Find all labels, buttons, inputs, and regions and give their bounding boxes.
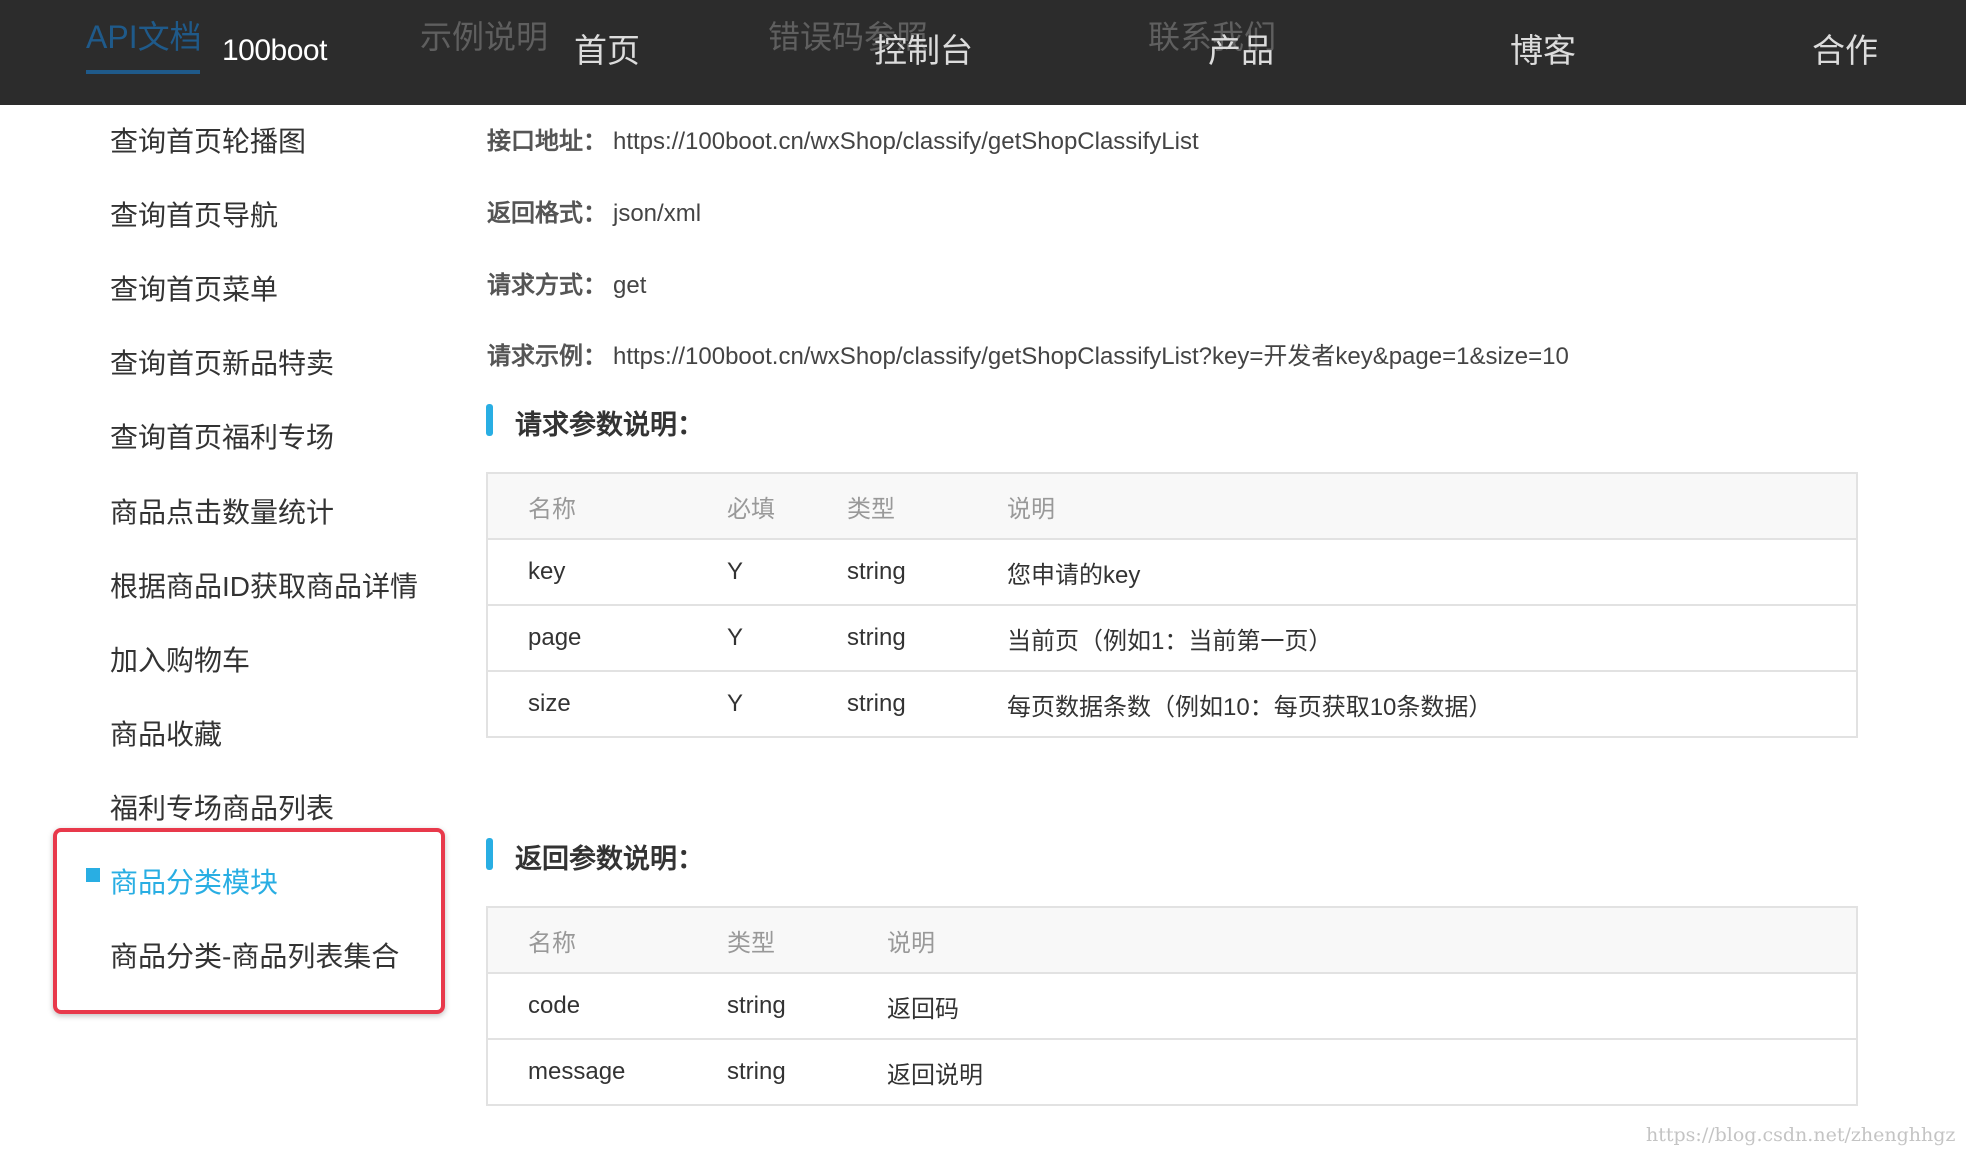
nav-cooperation[interactable]: 合作 (1812, 24, 1878, 72)
info-value-example: https://100boot.cn/wxShop/classify/getSh… (613, 343, 1569, 370)
column-header-required: 必填 (687, 473, 807, 540)
sidebar-item-new-sale[interactable]: 查询首页新品特卖 (110, 342, 334, 382)
cell-desc: 返回码 (847, 973, 1857, 1040)
cell-name: size (528, 690, 571, 717)
table-row: message string 返回说明 (487, 1039, 1857, 1105)
cell-required: Y (687, 605, 807, 672)
nav-console[interactable]: 控制台 (874, 24, 973, 72)
sidebar-item-welfare-list[interactable]: 福利专场商品列表 (110, 787, 334, 827)
column-header-desc: 说明 (967, 473, 1857, 540)
section-marker-icon (486, 404, 493, 436)
info-value-format: json/xml (613, 200, 702, 227)
cell-desc: 当前页（例如1：当前第一页） (967, 605, 1857, 672)
request-params-title: 请求参数说明： (515, 410, 704, 440)
sidebar-item-banner[interactable]: 查询首页轮播图 (110, 120, 306, 160)
info-value-method: get (613, 272, 647, 299)
cell-desc: 每页数据条数（例如10：每页获取10条数据） (1007, 693, 1493, 721)
cell-name: page (487, 605, 687, 672)
brand-logo[interactable]: 100boot (222, 34, 327, 68)
nav-products[interactable]: 产品 (1208, 24, 1274, 72)
response-params-title: 返回参数说明： (515, 844, 704, 874)
info-row-method: 请求方式： get (487, 265, 646, 300)
nav-blog[interactable]: 博客 (1510, 24, 1576, 72)
cell-type: string (807, 539, 967, 606)
cell-desc: 您申请的key (967, 539, 1857, 606)
cell-name: key (487, 539, 687, 606)
cell-name: message (528, 1058, 626, 1085)
column-header-name: 名称 (487, 907, 687, 974)
column-header-desc: 说明 (847, 907, 1857, 974)
cell-type: string (687, 973, 847, 1040)
sidebar-item-product-detail[interactable]: 根据商品ID获取商品详情 (110, 565, 418, 605)
top-navigation-bar: API文档 示例说明 错误码参照 联系我们 100boot 首页 控制台 产品 … (0, 0, 1966, 105)
request-params-table: 名称 必填 类型 说明 key Y string 您申请的key page Y … (486, 472, 1858, 738)
section-marker-icon (486, 838, 493, 870)
info-value-url: https://100boot.cn/wxShop/classify/getSh… (613, 128, 1199, 155)
cell-type: string (847, 690, 906, 717)
info-label-format: 返回格式： (487, 200, 607, 227)
column-header-type: 类型 (687, 907, 847, 974)
sidebar-item-favorite[interactable]: 商品收藏 (110, 713, 222, 753)
cell-desc: 返回说明 (887, 1061, 983, 1089)
table-row: code string 返回码 (487, 973, 1857, 1040)
sidebar-item-home-menu[interactable]: 查询首页菜单 (110, 268, 278, 308)
sidebar-item-category-list[interactable]: 商品分类-商品列表集合 (110, 935, 399, 975)
info-label-example: 请求示例： (487, 343, 607, 370)
info-row-example: 请求示例： https://100boot.cn/wxShop/classify/… (487, 336, 1569, 371)
ghost-nav-active-underline (86, 70, 200, 74)
column-header-type: 类型 (807, 473, 967, 540)
info-label-method: 请求方式： (487, 272, 607, 299)
sidebar-item-add-cart[interactable]: 加入购物车 (110, 639, 250, 679)
info-label-url: 接口地址： (487, 128, 607, 155)
table-header-row: 名称 必填 类型 说明 (487, 473, 1857, 540)
cell-name: code (487, 973, 687, 1040)
sidebar-item-welfare[interactable]: 查询首页福利专场 (110, 416, 334, 456)
watermark-text: https://blog.csdn.net/zhenghhgz (1646, 1124, 1956, 1146)
nav-home[interactable]: 首页 (574, 24, 640, 72)
active-bullet-icon (86, 868, 100, 882)
info-row-url: 接口地址： https://100boot.cn/wxShop/classify/… (487, 121, 1199, 156)
table-row: size Y string 每页数据条数（例如10：每页获取10条数据） (487, 671, 1857, 737)
table-row: page Y string 当前页（例如1：当前第一页） (487, 605, 1857, 672)
ghost-nav-examples[interactable]: 示例说明 (420, 12, 548, 58)
sidebar-item-category-module[interactable]: 商品分类模块 (110, 861, 278, 901)
response-params-table: 名称 类型 说明 code string 返回码 message string … (486, 906, 1858, 1106)
ghost-nav-api-docs[interactable]: API文档 (86, 12, 202, 58)
cell-required: Y (727, 690, 744, 717)
cell-type: string (807, 605, 967, 672)
sidebar-item-home-nav[interactable]: 查询首页导航 (110, 194, 278, 234)
cell-required: Y (687, 539, 807, 606)
table-header-row: 名称 类型 说明 (487, 907, 1857, 974)
sidebar-item-click-stats[interactable]: 商品点击数量统计 (110, 491, 334, 531)
info-row-format: 返回格式： json/xml (487, 193, 701, 228)
highlight-annotation-box (53, 828, 445, 1014)
cell-type: string (727, 1058, 786, 1085)
column-header-name: 名称 (487, 473, 687, 540)
table-row: key Y string 您申请的key (487, 539, 1857, 606)
